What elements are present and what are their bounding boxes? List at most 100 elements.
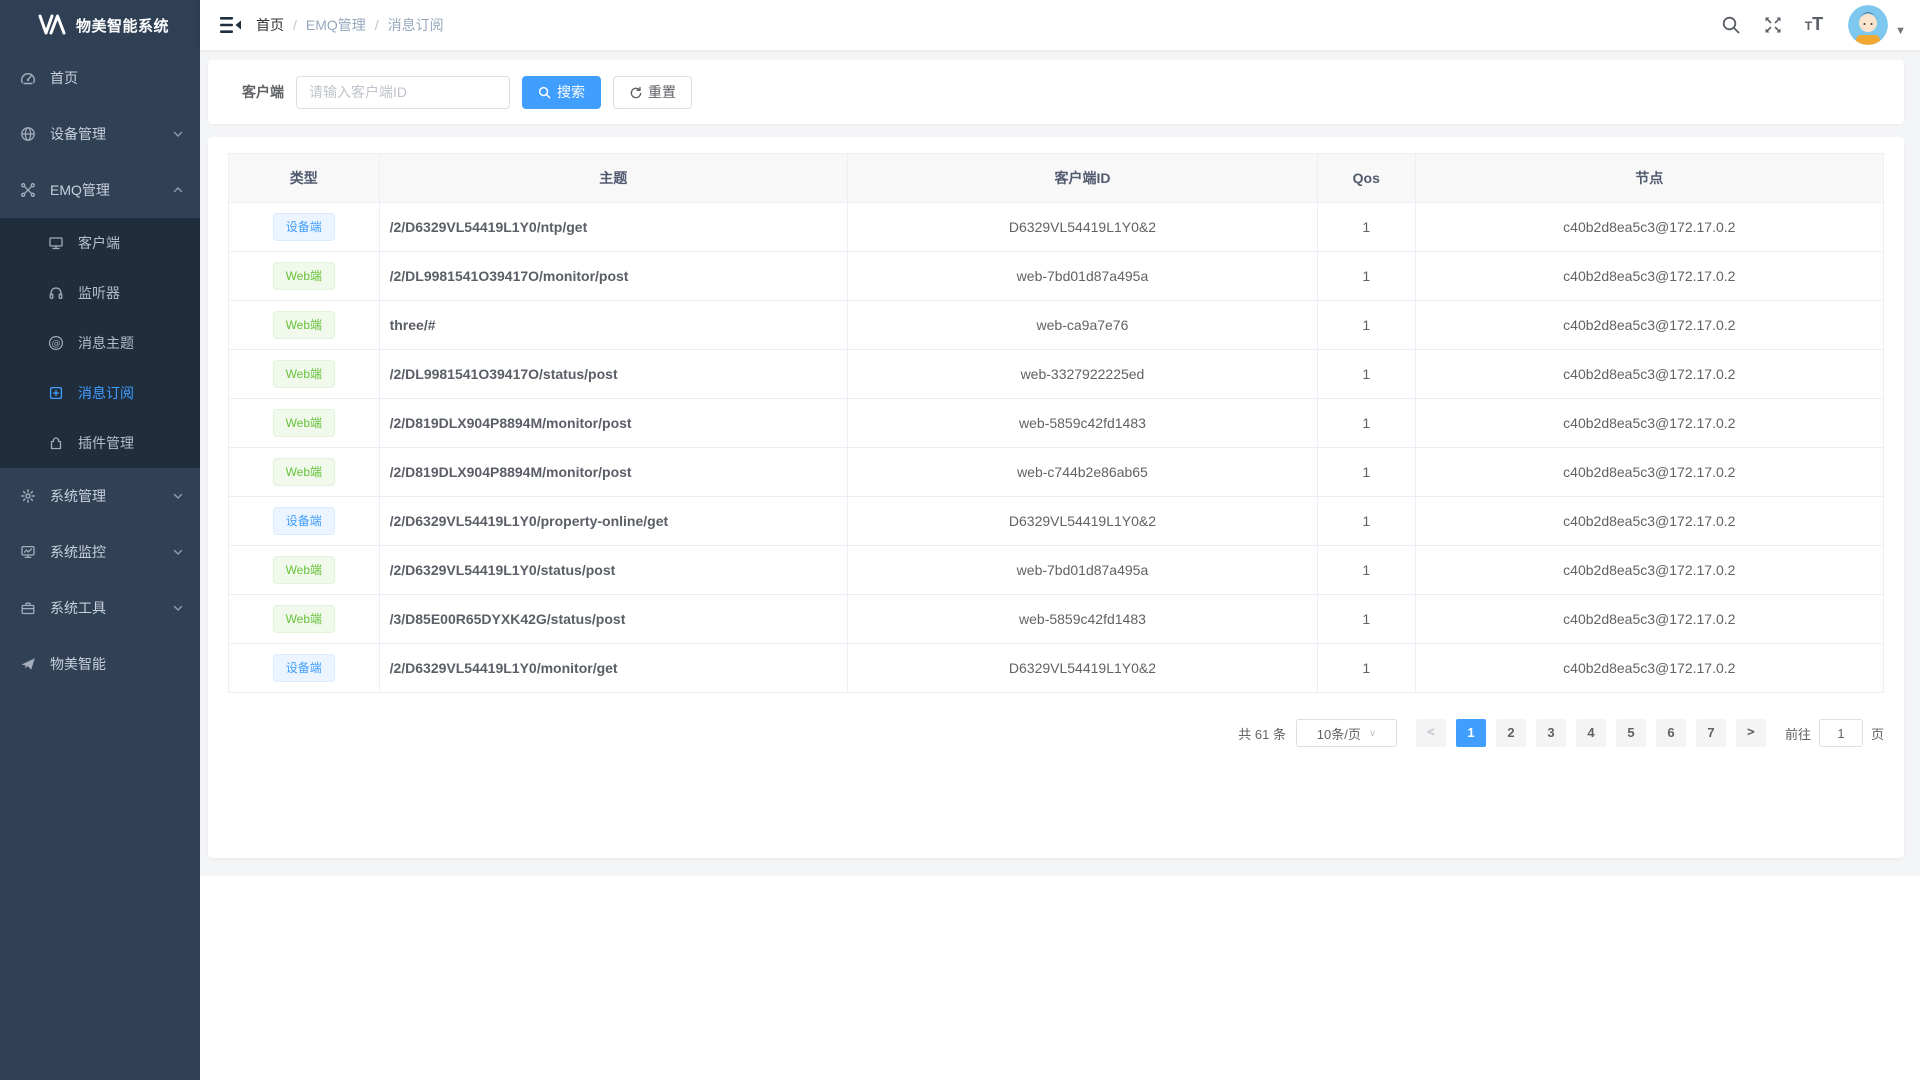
topic-cell: three/# — [379, 301, 847, 350]
sidebar-item-subscribe[interactable]: 消息订阅 — [0, 368, 200, 418]
sidebar-item-emq[interactable]: EMQ管理 — [0, 162, 200, 218]
user-menu[interactable]: ▼ — [1848, 5, 1906, 45]
sidebar-item-client[interactable]: 客户端 — [0, 218, 200, 268]
page-button-7[interactable]: 7 — [1696, 719, 1726, 747]
sidebar-item-label: 监听器 — [78, 283, 120, 303]
search-button[interactable]: 搜索 — [522, 76, 601, 109]
client-id-input[interactable] — [296, 76, 510, 109]
breadcrumb-home[interactable]: 首页 — [256, 15, 284, 35]
reset-button-label: 重置 — [648, 82, 676, 102]
page-size-select[interactable]: 10条/页 ∨ — [1296, 719, 1397, 747]
at-circle-icon: @ — [48, 335, 64, 351]
type-badge: Web端 — [273, 311, 335, 339]
qos-cell: 1 — [1317, 595, 1415, 644]
topic-cell: /2/D819DLX904P8894M/monitor/post — [379, 399, 847, 448]
chevron-down-icon — [172, 128, 184, 140]
page-content: 客户端 搜索 重置 — [200, 50, 1920, 876]
sidebar-item-label: 消息主题 — [78, 333, 134, 353]
paper-plane-icon — [20, 656, 36, 672]
topic-cell: /2/D6329VL54419L1Y0/property-online/get — [379, 497, 847, 546]
topic-cell: /2/D6329VL54419L1Y0/status/post — [379, 546, 847, 595]
client-cell: web-5859c42fd1483 — [847, 595, 1317, 644]
prev-page-button[interactable]: < — [1416, 719, 1446, 747]
client-cell: web-7bd01d87a495a — [847, 546, 1317, 595]
qos-cell: 1 — [1317, 301, 1415, 350]
col-topic: 主题 — [379, 154, 847, 203]
sidebar-item-label: 插件管理 — [78, 433, 134, 453]
table-row: Web端 /2/D819DLX904P8894M/monitor/post we… — [229, 399, 1884, 448]
reset-button[interactable]: 重置 — [613, 76, 692, 109]
sidebar-item-plugin[interactable]: 插件管理 — [0, 418, 200, 468]
chevron-down-icon — [172, 602, 184, 614]
page-size-value: 10条/页 — [1317, 724, 1361, 743]
col-type: 类型 — [229, 154, 380, 203]
search-icon[interactable] — [1721, 15, 1741, 35]
page-button-6[interactable]: 6 — [1656, 719, 1686, 747]
topic-cell: /2/DL9981541O39417O/status/post — [379, 350, 847, 399]
next-page-button[interactable]: > — [1736, 719, 1766, 747]
page-button-5[interactable]: 5 — [1616, 719, 1646, 747]
client-cell: D6329VL54419L1Y0&2 — [847, 644, 1317, 693]
sidebar-item-wumei[interactable]: 物美智能 — [0, 636, 200, 692]
total-count: 共 61 条 — [1238, 724, 1286, 743]
sidebar-item-label: EMQ管理 — [50, 180, 110, 200]
table-row: 设备端 /2/D6329VL54419L1Y0/ntp/get D6329VL5… — [229, 203, 1884, 252]
globe-icon — [20, 126, 36, 142]
qos-cell: 1 — [1317, 448, 1415, 497]
fullscreen-icon[interactable] — [1763, 15, 1783, 35]
type-badge: Web端 — [273, 409, 335, 437]
page-button-3[interactable]: 3 — [1536, 719, 1566, 747]
sidebar-item-tools[interactable]: 系统工具 — [0, 580, 200, 636]
sidebar-item-devices[interactable]: 设备管理 — [0, 106, 200, 162]
search-button-label: 搜索 — [557, 82, 585, 102]
sidebar-item-label: 系统工具 — [50, 598, 106, 618]
headset-icon — [48, 285, 64, 301]
logo[interactable]: 物美智能系统 — [0, 0, 200, 50]
dashboard-icon — [20, 70, 36, 86]
sidebar-item-label: 系统管理 — [50, 486, 106, 506]
col-node: 节点 — [1415, 154, 1883, 203]
table-row: 设备端 /2/D6329VL54419L1Y0/monitor/get D632… — [229, 644, 1884, 693]
client-cell: web-7bd01d87a495a — [847, 252, 1317, 301]
table-row: Web端 /2/D6329VL54419L1Y0/status/post web… — [229, 546, 1884, 595]
sidebar-item-label: 客户端 — [78, 233, 120, 253]
font-size-icon[interactable]: TT — [1805, 14, 1823, 36]
type-badge: Web端 — [273, 605, 335, 633]
node-cell: c40b2d8ea5c3@172.17.0.2 — [1415, 644, 1883, 693]
client-cell: web-5859c42fd1483 — [847, 399, 1317, 448]
goto-page: 前往 页 — [1785, 719, 1884, 747]
chevron-down-icon: ∨ — [1369, 728, 1376, 739]
goto-page-input[interactable] — [1819, 719, 1863, 747]
table-row: Web端 /3/D85E00R65DYXK42G/status/post web… — [229, 595, 1884, 644]
top-navbar: 首页 / EMQ管理 / 消息订阅 TT — [200, 0, 1920, 50]
sidebar-item-label: 系统监控 — [50, 542, 106, 562]
sidebar-item-system[interactable]: 系统管理 — [0, 468, 200, 524]
client-field-label: 客户端 — [242, 82, 284, 102]
filter-bar: 客户端 搜索 重置 — [208, 60, 1904, 124]
sidebar-item-topic[interactable]: @ 消息主题 — [0, 318, 200, 368]
subscriptions-table: 类型 主题 客户端ID Qos 节点 设备端 /2/D6329VL54419L1… — [228, 153, 1884, 693]
client-cell: web-ca9a7e76 — [847, 301, 1317, 350]
app-root: 物美智能系统 首页 设备管理 — [0, 0, 1920, 1080]
page-button-1[interactable]: 1 — [1456, 719, 1486, 747]
node-cell: c40b2d8ea5c3@172.17.0.2 — [1415, 350, 1883, 399]
qos-cell: 1 — [1317, 399, 1415, 448]
sidebar-item-listener[interactable]: 监听器 — [0, 268, 200, 318]
goto-label: 前往 — [1785, 724, 1811, 743]
sidebar-item-home[interactable]: 首页 — [0, 50, 200, 106]
sidebar-submenu-emq: 客户端 监听器 @ 消息主题 — [0, 218, 200, 468]
sidebar-item-monitor[interactable]: 系统监控 — [0, 524, 200, 580]
table-row: Web端 /2/D819DLX904P8894M/monitor/post we… — [229, 448, 1884, 497]
avatar[interactable] — [1848, 5, 1888, 45]
table-row: Web端 /2/DL9981541O39417O/monitor/post we… — [229, 252, 1884, 301]
page-button-4[interactable]: 4 — [1576, 719, 1606, 747]
client-cell: web-3327922225ed — [847, 350, 1317, 399]
page-button-2[interactable]: 2 — [1496, 719, 1526, 747]
node-cell: c40b2d8ea5c3@172.17.0.2 — [1415, 497, 1883, 546]
briefcase-icon — [20, 600, 36, 616]
client-cell: D6329VL54419L1Y0&2 — [847, 203, 1317, 252]
sidebar-toggle-icon[interactable] — [220, 15, 242, 35]
breadcrumb-separator: / — [293, 17, 297, 33]
topic-cell: /2/DL9981541O39417O/monitor/post — [379, 252, 847, 301]
client-cell: D6329VL54419L1Y0&2 — [847, 497, 1317, 546]
